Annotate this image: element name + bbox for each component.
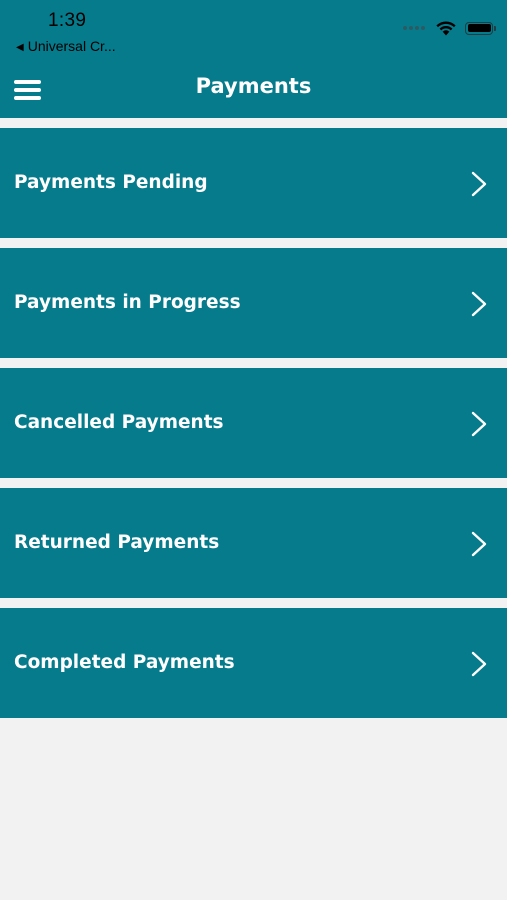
page-title: Payments — [195, 74, 312, 98]
back-app-label: Universal Cr... — [27, 38, 116, 54]
battery-icon — [465, 21, 496, 35]
menu-item-label: Returned Payments — [14, 532, 220, 553]
menu-item-returned-payments[interactable]: Returned Payments — [0, 488, 507, 598]
back-triangle-icon: ◀ — [16, 42, 24, 53]
menu-item-label: Completed Payments — [14, 652, 235, 673]
menu-item-cancelled-payments[interactable]: Cancelled Payments — [0, 368, 507, 478]
chevron-right-icon — [471, 651, 487, 677]
back-to-app-link[interactable]: ◀ Universal Cr... — [16, 38, 116, 54]
menu-item-payments-in-progress[interactable]: Payments in Progress — [0, 248, 507, 358]
chevron-right-icon — [471, 411, 487, 437]
status-time: 1:39 — [48, 10, 87, 31]
menu-item-label: Payments in Progress — [14, 292, 241, 313]
chevron-right-icon — [471, 291, 487, 317]
header-bar: 1:39 ◀ Universal Cr... Payments — [0, 0, 507, 118]
status-indicators — [403, 20, 496, 36]
chevron-right-icon — [471, 171, 487, 197]
wifi-icon — [436, 21, 456, 36]
menu-item-label: Payments Pending — [14, 172, 208, 193]
cellular-signal-icon — [403, 26, 425, 30]
menu-item-label: Cancelled Payments — [14, 412, 224, 433]
menu-item-payments-pending[interactable]: Payments Pending — [0, 128, 507, 238]
menu-item-completed-payments[interactable]: Completed Payments — [0, 608, 507, 718]
chevron-right-icon — [471, 531, 487, 557]
app-screen: 1:39 ◀ Universal Cr... Payments Payments… — [0, 0, 507, 900]
payments-menu-list: Payments Pending Payments in Progress Ca… — [0, 128, 507, 728]
